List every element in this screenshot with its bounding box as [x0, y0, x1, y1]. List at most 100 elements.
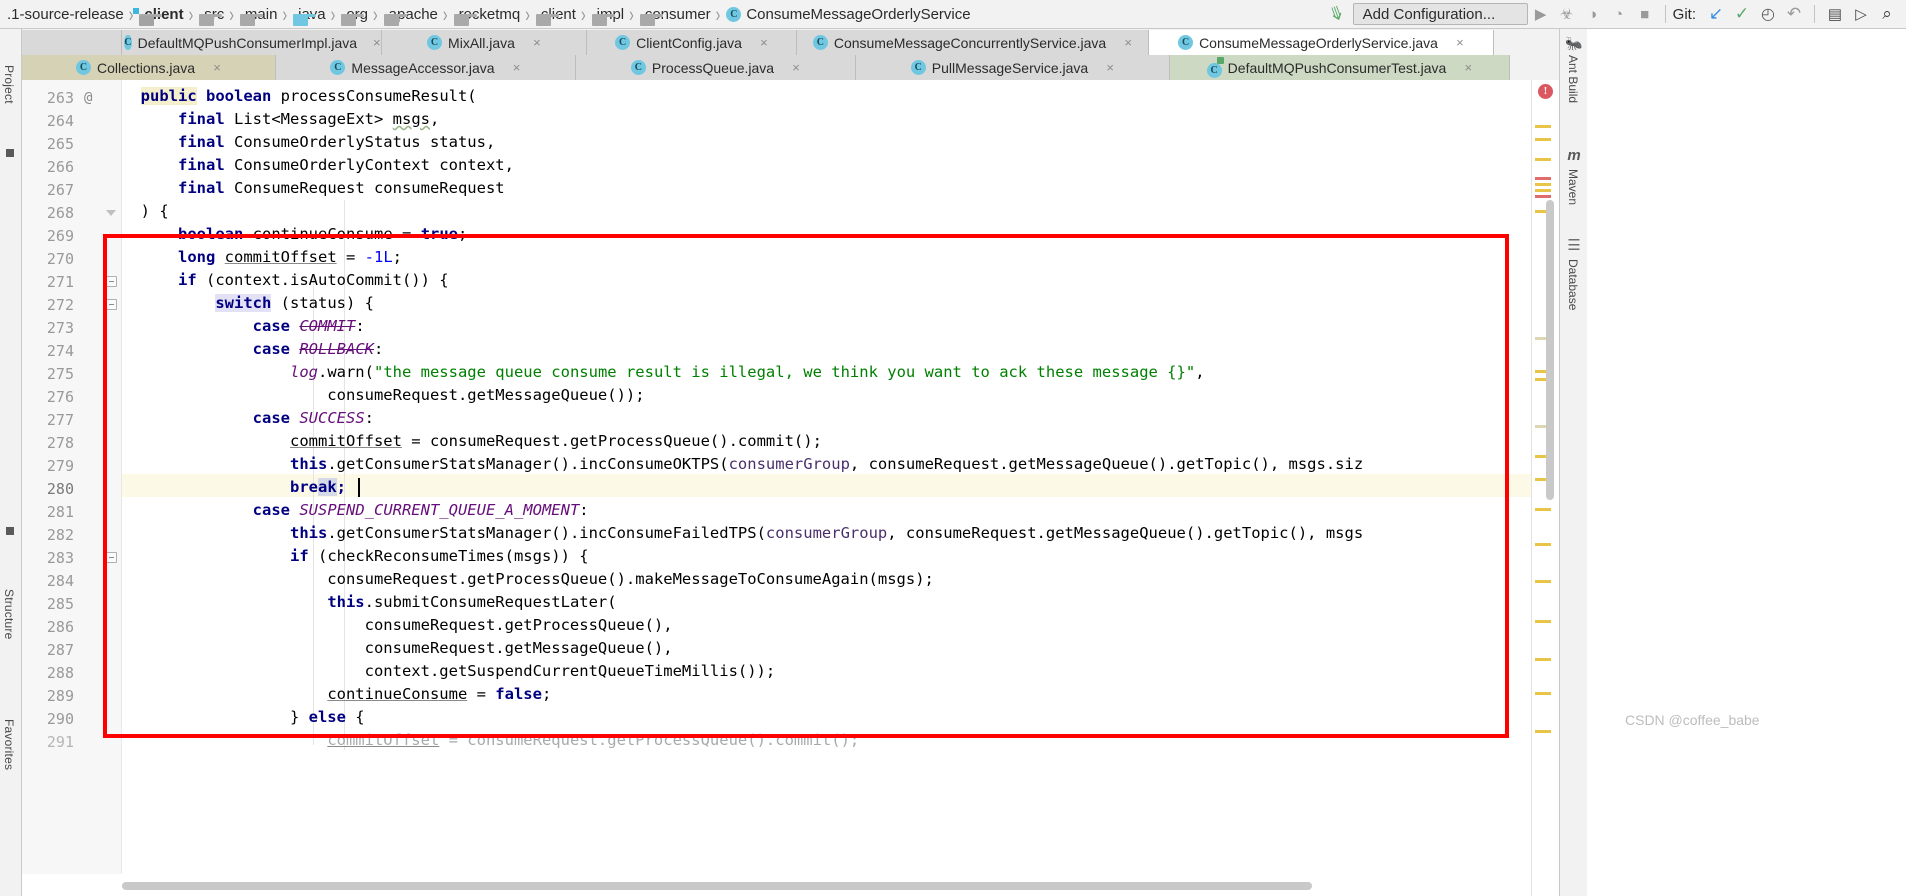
close-icon[interactable]: × — [1122, 35, 1134, 50]
editor-vertical-scrollbar[interactable] — [1543, 80, 1556, 896]
tab-strip-pad — [22, 30, 122, 55]
terminal-icon[interactable]: ▷ — [1848, 1, 1874, 27]
class-icon: C — [1178, 35, 1194, 50]
breadcrumb-item-class[interactable]: C ConsumeMessageOrderlyService — [723, 2, 972, 26]
close-icon[interactable]: × — [1104, 60, 1116, 75]
stop-button[interactable]: ■ — [1632, 1, 1658, 27]
scrollbar-thumb[interactable] — [1546, 200, 1554, 500]
line-number: 263 — [46, 89, 74, 107]
line-number: 287 — [46, 641, 74, 659]
breadcrumb-item-consumer[interactable]: consumer — [637, 2, 713, 26]
close-icon[interactable]: × — [790, 60, 802, 75]
line-number: 291 — [46, 733, 74, 751]
tool-tab-project[interactable]: Project — [2, 65, 16, 104]
line-number: 279 — [46, 457, 74, 475]
editor-horizontal-scrollbar[interactable] — [122, 879, 1522, 892]
ide-window: .1-source-release › client › src › main … — [0, 0, 1906, 896]
breadcrumb-label: ConsumeMessageOrderlyService — [746, 5, 971, 23]
close-icon[interactable]: × — [373, 35, 381, 50]
navigate-back-icon[interactable]: ⤋ — [1327, 1, 1347, 27]
run-configuration-selector[interactable]: Add Configuration... — [1352, 3, 1528, 25]
tab-consume-message-orderly-service[interactable]: C ConsumeMessageOrderlyService.java × — [1149, 30, 1494, 55]
tab-label: ProcessQueue.java — [651, 59, 775, 76]
tab-mix-all[interactable]: C MixAll.java × — [382, 30, 587, 55]
tool-tab-structure[interactable]: Structure — [2, 589, 16, 640]
editor-gutter[interactable]: 262 263 @ 264 265 266 267 268 269 270 27… — [22, 80, 122, 896]
run-with-coverage-button[interactable]: ◑ — [1580, 1, 1606, 27]
breadcrumb-item-java[interactable]: java — [290, 2, 328, 26]
project-structure-icon[interactable]: ▤ — [1822, 1, 1848, 27]
class-icon: C — [615, 35, 631, 50]
close-icon[interactable]: × — [511, 60, 523, 75]
line-number: 277 — [46, 411, 74, 429]
tab-consume-message-concurrently-service[interactable]: C ConsumeMessageConcurrentlyService.java… — [797, 30, 1149, 55]
code-fold-icon[interactable] — [106, 299, 117, 310]
tab-default-mq-push-consumer-impl[interactable]: C DefaultMQPushConsumerImpl.java × — [122, 30, 382, 55]
tab-pull-message-service[interactable]: C PullMessageService.java × — [856, 55, 1170, 80]
maven-m-icon[interactable]: m — [1566, 147, 1582, 164]
git-commit-icon[interactable]: ✓ — [1729, 1, 1755, 27]
git-label: Git: — [1672, 5, 1696, 23]
breadcrumb-item-client-module[interactable]: client — [136, 2, 185, 26]
tab-label: MixAll.java — [448, 34, 515, 51]
line-number: 286 — [46, 618, 74, 636]
breadcrumb-item-project[interactable]: .1-source-release — [4, 2, 126, 26]
tab-process-queue[interactable]: C ProcessQueue.java × — [576, 55, 856, 80]
line-number: 269 — [46, 227, 74, 245]
tab-default-mq-push-consumer-test[interactable]: C DefaultMQPushConsumerTest.java × — [1170, 55, 1510, 80]
close-icon[interactable]: × — [758, 35, 770, 50]
close-icon[interactable]: × — [211, 60, 223, 75]
tab-label: DefaultMQPushConsumerImpl.java — [137, 34, 358, 51]
close-icon[interactable]: × — [531, 35, 543, 50]
breadcrumb-item-src[interactable]: src — [196, 2, 226, 26]
breadcrumb-item-impl[interactable]: impl — [589, 2, 627, 26]
git-history-icon[interactable]: ◴ — [1755, 1, 1781, 27]
profile-button[interactable]: ◔ — [1606, 1, 1632, 27]
tab-message-accessor[interactable]: C MessageAccessor.java × — [276, 55, 576, 80]
line-number: 276 — [46, 388, 74, 406]
breadcrumb-separator: › — [229, 2, 234, 26]
tab-label: ConsumeMessageConcurrentlyService.java — [833, 34, 1107, 51]
git-update-project-icon[interactable]: ↙ — [1703, 1, 1729, 27]
breadcrumb-item-apache[interactable]: apache — [381, 2, 440, 26]
tool-tab-database[interactable]: Database — [1566, 259, 1580, 310]
code-fold-icon[interactable] — [106, 210, 116, 216]
tool-tab-favorites[interactable]: Favorites — [2, 719, 16, 770]
database-icon[interactable]: ☰ — [1566, 237, 1582, 254]
test-class-icon: C — [1206, 57, 1224, 78]
tool-tab-maven[interactable]: Maven — [1566, 169, 1580, 205]
code-fold-icon[interactable] — [106, 552, 117, 563]
breadcrumb-separator: › — [525, 2, 530, 26]
tab-client-config[interactable]: C ClientConfig.java × — [587, 30, 797, 55]
tab-label: DefaultMQPushConsumerTest.java — [1227, 59, 1447, 76]
breadcrumb-item-org[interactable]: org — [338, 2, 370, 26]
search-everywhere-icon[interactable]: ⌕ — [1874, 1, 1900, 27]
line-number: 271 — [46, 273, 74, 291]
override-marker-icon[interactable]: @ — [84, 87, 92, 110]
tool-tab-ant-build[interactable]: Ant Build — [1566, 55, 1580, 103]
git-rollback-icon[interactable]: ↶ — [1781, 1, 1807, 27]
code-text-area[interactable]: public boolean processConsumeResult( fin… — [122, 80, 1531, 896]
breadcrumb-item-rocketmq[interactable]: rocketmq — [451, 2, 523, 26]
tab-label: MessageAccessor.java — [351, 59, 495, 76]
scrollbar-thumb[interactable] — [122, 882, 1312, 890]
tab-collections[interactable]: C Collections.java × — [22, 55, 276, 80]
breadcrumb-separator: › — [330, 2, 336, 26]
debug-button[interactable]: ☣ — [1554, 1, 1580, 27]
close-icon[interactable]: × — [1454, 35, 1466, 50]
line-number: 265 — [46, 135, 74, 153]
close-icon[interactable]: × — [1462, 60, 1474, 75]
bookmark-marker-icon — [6, 527, 14, 535]
breadcrumb-item-main[interactable]: main — [237, 2, 280, 26]
breadcrumb-label: .1-source-release — [7, 5, 124, 23]
run-button[interactable]: ▶ — [1528, 1, 1554, 27]
class-icon: C — [75, 60, 91, 75]
code-fold-icon[interactable] — [106, 276, 117, 287]
ant-icon[interactable]: 🐜 — [1565, 35, 1582, 51]
code-editor[interactable]: 262 263 @ 264 265 266 267 268 269 270 27… — [22, 80, 1531, 896]
watermark-text: CSDN @coffee_babe — [1625, 712, 1760, 728]
breadcrumb-separator: › — [188, 2, 194, 26]
left-tool-window-strip: Project Structure Favorites — [0, 29, 22, 896]
breadcrumb-item-client-pkg[interactable]: client — [533, 2, 578, 26]
right-panel-background — [1559, 29, 1906, 896]
